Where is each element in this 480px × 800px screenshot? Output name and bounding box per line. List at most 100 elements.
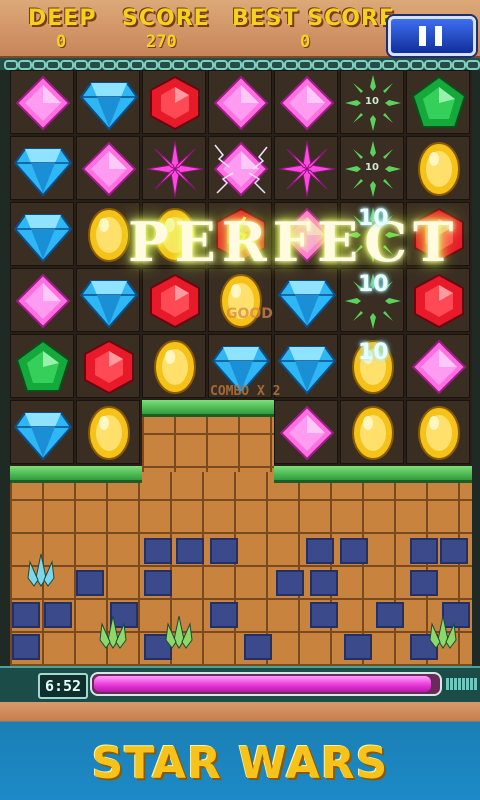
points-popup: 10 — [358, 206, 389, 231]
pink-diamond-gem-icon[interactable] — [77, 137, 141, 201]
timer-bar: 6:52 — [0, 666, 480, 702]
board-cell[interactable] — [274, 334, 338, 398]
pink-diamond-gem-icon[interactable] — [407, 335, 471, 399]
sparkle-gem-label: 10 — [365, 96, 379, 107]
yellow-oval-gem-icon[interactable] — [143, 335, 207, 399]
board-cell[interactable] — [406, 334, 470, 398]
board-cell[interactable] — [142, 136, 206, 200]
yellow-oval-gem-icon[interactable] — [209, 269, 273, 333]
board-cell[interactable] — [274, 400, 338, 464]
stone-block — [176, 538, 204, 564]
crystal-icon — [22, 552, 60, 594]
board-cell[interactable] — [10, 334, 74, 398]
deep-value: 0 — [56, 32, 67, 52]
points-popup: 10 — [358, 272, 389, 297]
time-remaining: 6:52 — [38, 673, 88, 699]
blue-diamond-gem-icon[interactable] — [77, 269, 141, 333]
board-cell[interactable] — [10, 136, 74, 200]
board-cell[interactable] — [406, 268, 470, 332]
red-hexagon-gem-icon[interactable] — [407, 269, 471, 333]
board-cell[interactable] — [10, 400, 74, 464]
pink-diamond-gem-icon[interactable] — [11, 71, 75, 135]
yellow-oval-gem-icon[interactable] — [407, 401, 471, 465]
board-cell[interactable] — [142, 334, 206, 398]
crystal-icon — [160, 614, 198, 656]
blue-diamond-gem-icon[interactable] — [275, 269, 339, 333]
stone-block — [244, 634, 272, 660]
good-text: GOOD — [226, 306, 273, 322]
board-cell[interactable] — [142, 70, 206, 134]
board-cell[interactable] — [208, 268, 272, 332]
stone-block — [144, 538, 172, 564]
stone-block — [410, 570, 438, 596]
board-cell[interactable] — [274, 70, 338, 134]
sparkle-gem-label: 10 — [365, 162, 379, 173]
pink-sparkle-gem-icon[interactable] — [275, 137, 339, 201]
board-cell[interactable] — [274, 268, 338, 332]
board-cell[interactable] — [10, 202, 74, 266]
board-cell[interactable] — [76, 136, 140, 200]
stone-block — [310, 602, 338, 628]
blue-diamond-gem-icon[interactable] — [11, 203, 75, 267]
best-score-value: 0 — [300, 32, 311, 52]
board-cell[interactable] — [76, 268, 140, 332]
stone-block — [310, 570, 338, 596]
board-cell[interactable] — [76, 334, 140, 398]
best-score-label: BEST SCORE — [232, 6, 395, 31]
score-value: 270 — [146, 32, 177, 52]
red-hexagon-gem-icon[interactable] — [77, 335, 141, 399]
red-hexagon-gem-icon[interactable] — [143, 269, 207, 333]
points-popup: 10 — [358, 340, 389, 365]
board-cell[interactable] — [76, 70, 140, 134]
green-pentagon-gem-icon[interactable] — [11, 335, 75, 399]
pink-diamond-electric-gem-icon[interactable] — [209, 137, 273, 201]
board-cell[interactable] — [274, 136, 338, 200]
blue-diamond-gem-icon[interactable] — [11, 137, 75, 201]
stone-block — [376, 602, 404, 628]
board-cell[interactable] — [406, 70, 470, 134]
board-cell[interactable] — [406, 136, 470, 200]
board-cell[interactable] — [406, 400, 470, 464]
red-hexagon-gem-icon[interactable] — [143, 71, 207, 135]
stone-block — [440, 538, 468, 564]
board-cell[interactable] — [10, 70, 74, 134]
yellow-oval-gem-icon[interactable] — [77, 401, 141, 465]
pink-diamond-gem-icon[interactable] — [209, 71, 273, 135]
stone-block — [306, 538, 334, 564]
blue-diamond-gem-icon[interactable] — [77, 71, 141, 135]
yellow-oval-gem-icon[interactable] — [341, 401, 405, 465]
stone-block — [344, 634, 372, 660]
game-board[interactable]: 10 10 — [10, 70, 472, 670]
pink-diamond-gem-icon[interactable] — [11, 269, 75, 333]
pink-diamond-gem-icon[interactable] — [275, 401, 339, 465]
progress-fill — [94, 676, 432, 692]
yellow-oval-gem-icon[interactable] — [407, 137, 471, 201]
deep-label: DEEP — [28, 6, 97, 31]
pink-sparkle-gem-icon[interactable] — [143, 137, 207, 201]
dirt-block — [10, 466, 472, 670]
board-cell[interactable] — [142, 268, 206, 332]
grass-ledge — [142, 400, 274, 417]
chain-divider — [0, 58, 480, 70]
stone-block — [76, 570, 104, 596]
stone-block — [12, 602, 40, 628]
board-cell[interactable] — [10, 268, 74, 332]
board-cell[interactable] — [76, 400, 140, 464]
board-cell[interactable] — [208, 136, 272, 200]
pink-diamond-gem-icon[interactable] — [275, 71, 339, 135]
stone-block — [210, 538, 238, 564]
stone-block — [340, 538, 368, 564]
stone-block — [12, 634, 40, 660]
board-cell[interactable] — [208, 70, 272, 134]
score-label: SCORE — [122, 6, 210, 31]
stone-block — [144, 570, 172, 596]
board-cell[interactable] — [340, 400, 404, 464]
banner-title[interactable]: STAR WARS — [0, 738, 480, 789]
stone-block — [210, 602, 238, 628]
stone-block — [410, 538, 438, 564]
progress-track — [90, 672, 442, 696]
blue-diamond-gem-icon[interactable] — [11, 401, 75, 465]
blue-diamond-gem-icon[interactable] — [275, 335, 339, 399]
green-pentagon-gem-icon[interactable] — [407, 71, 471, 135]
pause-button[interactable] — [388, 16, 476, 56]
